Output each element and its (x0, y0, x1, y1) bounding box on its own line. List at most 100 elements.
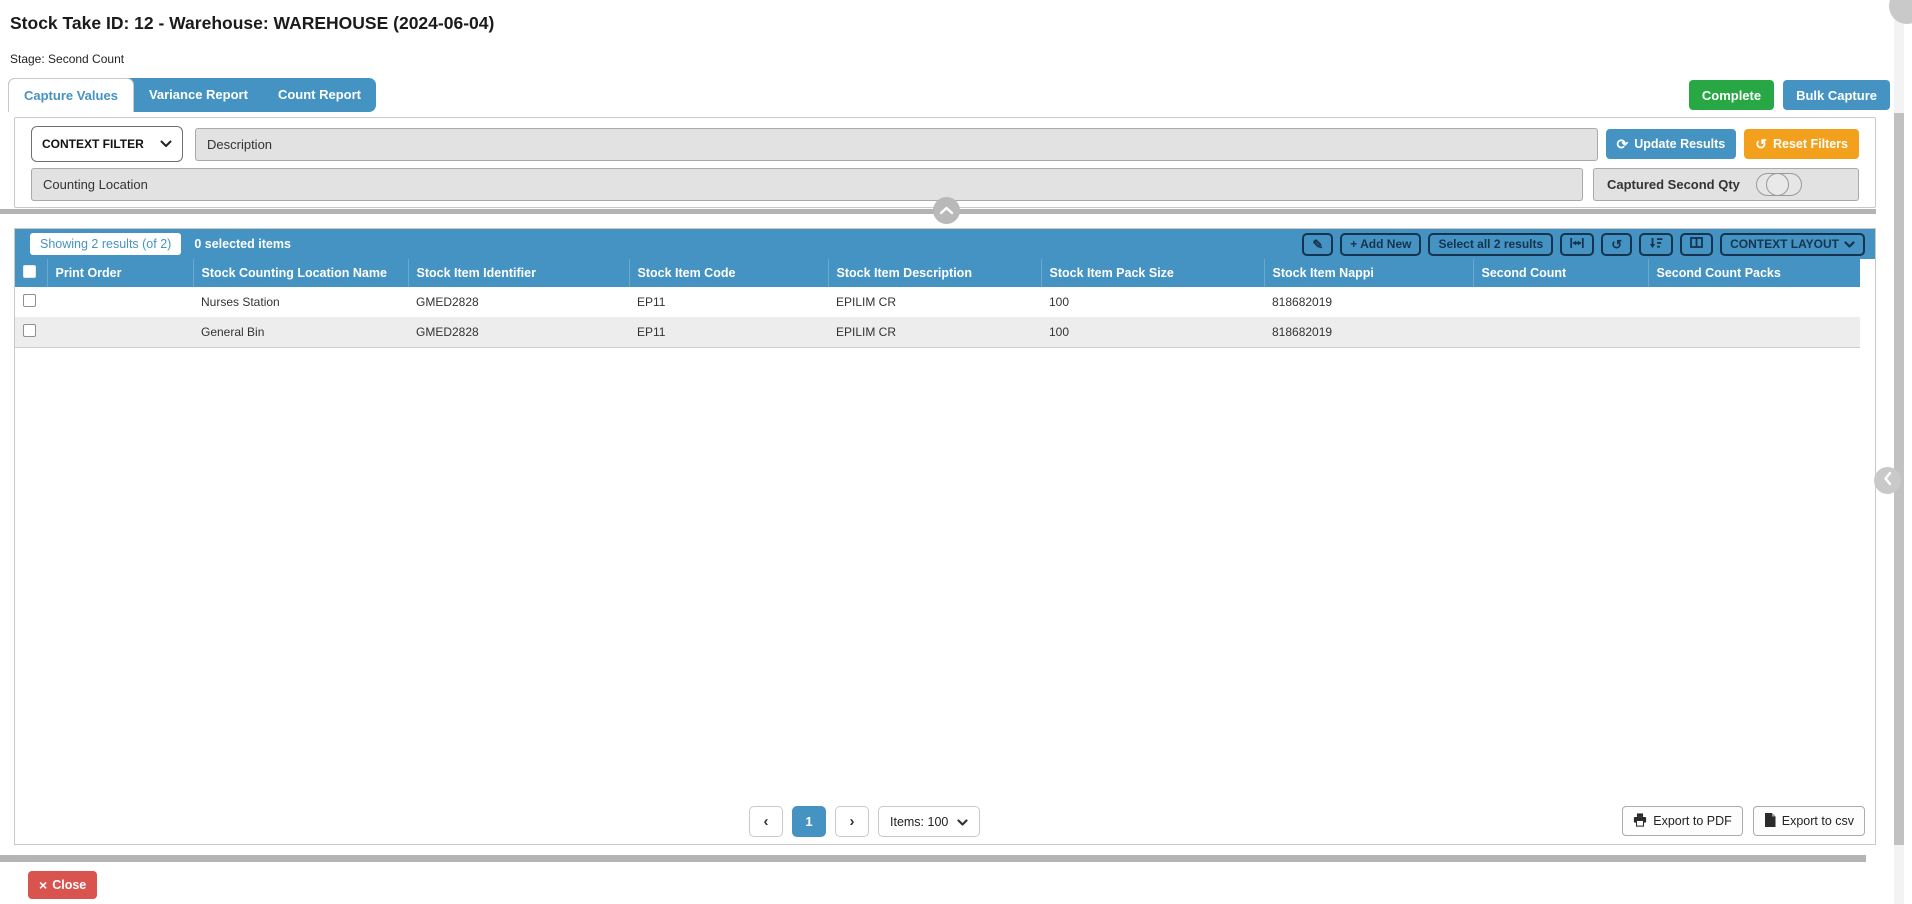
row-select-cell (15, 317, 47, 348)
collapse-filters-handle[interactable] (933, 197, 960, 224)
printer-icon (1633, 813, 1647, 830)
chevron-down-icon (957, 815, 968, 829)
csv-file-icon (1764, 813, 1776, 830)
cell-item-identifier: GMED2828 (408, 287, 629, 317)
side-panel-handle[interactable] (1874, 467, 1901, 494)
tab-bar: Capture Values Variance Report Count Rep… (8, 78, 376, 112)
fit-columns-button[interactable] (1560, 233, 1594, 256)
cell-item-code: EP11 (629, 287, 828, 317)
refresh-icon: ⟳ (1617, 137, 1629, 151)
cell-item-code: EP11 (629, 317, 828, 348)
header-actions: Complete Bulk Capture (1689, 80, 1890, 110)
context-layout-select[interactable]: CONTEXT LAYOUT (1720, 233, 1865, 256)
captured-second-qty-toggle[interactable] (1756, 173, 1802, 196)
row-checkbox[interactable] (23, 294, 36, 307)
column-header-second-count[interactable]: Second Count (1473, 259, 1648, 287)
table-header-row: Print Order Stock Counting Location Name… (15, 259, 1860, 287)
column-header-pack-size[interactable]: Stock Item Pack Size (1041, 259, 1264, 287)
chevron-up-icon (939, 202, 954, 220)
cell-nappi: 818682019 (1264, 287, 1473, 317)
cell-item-description: EPILIM CR (828, 287, 1041, 317)
export-pdf-button[interactable]: Export to PDF (1622, 806, 1743, 836)
reset-grid-button[interactable]: ↺ (1601, 233, 1632, 256)
toggle-knob (1766, 173, 1789, 196)
prev-page-button[interactable]: ‹ (749, 806, 783, 837)
columns-button[interactable] (1680, 233, 1713, 256)
column-header-item-description[interactable]: Stock Item Description (828, 259, 1041, 287)
cell-location-name: Nurses Station (193, 287, 408, 317)
column-header-location-name[interactable]: Stock Counting Location Name (193, 259, 408, 287)
select-all-button[interactable]: Select all 2 results (1428, 233, 1553, 256)
table-row[interactable]: General Bin GMED2828 EP11 EPILIM CR 100 … (15, 317, 1860, 348)
arrows-horizontal-icon (1570, 237, 1584, 252)
results-count-badge: Showing 2 results (of 2) (30, 233, 181, 255)
sort-button[interactable] (1639, 233, 1673, 256)
captured-second-qty-filter: Captured Second Qty (1593, 168, 1859, 201)
chevron-down-icon (160, 137, 172, 151)
columns-icon (1690, 237, 1703, 251)
page-1-button[interactable]: 1 (792, 806, 826, 837)
update-results-button[interactable]: ⟳ Update Results (1606, 129, 1737, 159)
pencil-square-icon: ✎ (1312, 238, 1323, 251)
select-all-checkbox[interactable] (23, 265, 36, 278)
column-header-print-order[interactable]: Print Order (47, 259, 193, 287)
column-header-item-code[interactable]: Stock Item Code (629, 259, 828, 287)
cell-print-order (47, 287, 193, 317)
edit-button[interactable]: ✎ (1302, 233, 1333, 256)
cell-pack-size: 100 (1041, 287, 1264, 317)
grid-toolbar: Showing 2 results (of 2) 0 selected item… (15, 229, 1875, 259)
pagination: ‹ 1 › Items: 100 (749, 806, 980, 837)
cell-second-count (1473, 287, 1648, 317)
cell-location-name: General Bin (193, 317, 408, 348)
tab-count-report[interactable]: Count Report (263, 78, 376, 112)
cell-second-count-packs (1648, 317, 1860, 348)
context-filter-select[interactable]: CONTEXT FILTER (31, 126, 183, 162)
cell-second-count (1473, 317, 1648, 348)
sort-amount-icon (1649, 237, 1663, 252)
close-button[interactable]: × Close (28, 871, 97, 899)
stage-label: Stage: Second Count (10, 52, 124, 66)
add-new-button[interactable]: + Add New (1340, 233, 1421, 256)
undo-icon: ↺ (1755, 137, 1767, 151)
filter-buttons: ⟳ Update Results ↺ Reset Filters (1606, 129, 1860, 159)
filter-row-1: CONTEXT FILTER ⟳ Update Results ↺ Reset … (31, 125, 1859, 163)
horizontal-scrollbar[interactable] (0, 855, 1866, 862)
tab-variance-report[interactable]: Variance Report (134, 78, 263, 112)
export-csv-button[interactable]: Export to csv (1753, 806, 1865, 836)
filter-panel: CONTEXT FILTER ⟳ Update Results ↺ Reset … (14, 117, 1876, 208)
row-checkbox[interactable] (23, 324, 36, 337)
complete-button[interactable]: Complete (1689, 80, 1774, 110)
selected-count-label: 0 selected items (194, 237, 291, 251)
cell-item-description: EPILIM CR (828, 317, 1041, 348)
results-panel: Showing 2 results (of 2) 0 selected item… (14, 228, 1876, 845)
tab-capture-values[interactable]: Capture Values (8, 78, 134, 112)
close-icon: × (39, 878, 47, 892)
corner-floating-button[interactable] (1889, 0, 1912, 24)
row-select-cell (15, 287, 47, 317)
bulk-capture-button[interactable]: Bulk Capture (1783, 80, 1890, 110)
header-select-all-cell (15, 259, 47, 287)
captured-second-qty-label: Captured Second Qty (1607, 177, 1740, 192)
reset-filters-button[interactable]: ↺ Reset Filters (1744, 129, 1859, 159)
items-per-page-select[interactable]: Items: 100 (878, 806, 980, 837)
next-page-button[interactable]: › (835, 806, 869, 837)
cell-item-identifier: GMED2828 (408, 317, 629, 348)
column-header-nappi[interactable]: Stock Item Nappi (1264, 259, 1473, 287)
filter-row-2: Captured Second Qty (31, 167, 1859, 201)
context-filter-label: CONTEXT FILTER (42, 137, 144, 151)
results-table: Print Order Stock Counting Location Name… (15, 259, 1860, 348)
chevron-down-icon (1844, 237, 1855, 251)
rotate-left-icon: ↺ (1611, 238, 1622, 251)
column-header-second-count-packs[interactable]: Second Count Packs (1648, 259, 1860, 287)
cell-nappi: 818682019 (1264, 317, 1473, 348)
page-title: Stock Take ID: 12 - Warehouse: WAREHOUSE… (10, 13, 494, 34)
cell-pack-size: 100 (1041, 317, 1264, 348)
cell-second-count-packs (1648, 287, 1860, 317)
description-filter-input[interactable] (195, 128, 1598, 161)
chevron-left-icon (1883, 471, 1892, 491)
export-buttons: Export to PDF Export to csv (1622, 806, 1865, 836)
column-header-item-identifier[interactable]: Stock Item Identifier (408, 259, 629, 287)
cell-print-order (47, 317, 193, 348)
counting-location-filter-input[interactable] (31, 168, 1583, 201)
table-row[interactable]: Nurses Station GMED2828 EP11 EPILIM CR 1… (15, 287, 1860, 317)
